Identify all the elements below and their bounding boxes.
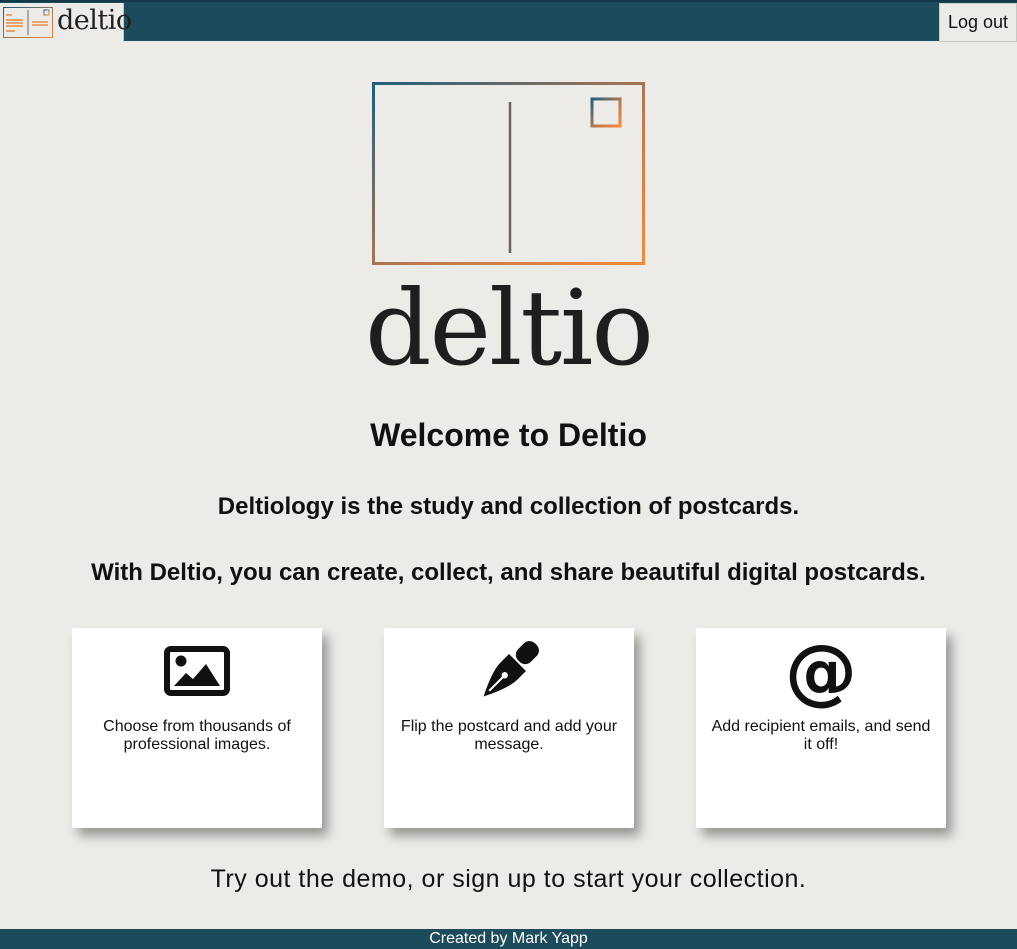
page-title: Welcome to Deltio <box>370 417 647 453</box>
postcard-logo-icon <box>372 82 645 265</box>
home-logo-link[interactable]: deltio <box>0 3 132 42</box>
hero-wordmark: deltio <box>364 267 654 389</box>
intro-text-definition: Deltiology is the study and collection o… <box>217 493 800 520</box>
feature-card-images: Choose from thousands of professional im… <box>72 628 322 828</box>
feature-card-text: Flip the postcard and add your message. <box>400 718 618 753</box>
postcard-logo-icon <box>3 7 53 38</box>
fountain-pen-icon <box>483 641 539 697</box>
intro-text-features: With Deltio, you can create, collect, an… <box>91 559 926 586</box>
footer-credit: Created by Mark Yapp <box>429 930 588 947</box>
footer: Created by Mark Yapp <box>0 929 1017 949</box>
feature-card-send: @ Add recipient emails, and send it off! <box>696 628 946 828</box>
logout-button[interactable]: Log out <box>939 3 1017 42</box>
image-icon <box>164 646 230 696</box>
hero-postcard-illustration <box>372 82 646 271</box>
top-navbar: deltio Log out <box>0 0 1017 42</box>
page: deltio Log out deltio Welcome to Deltio … <box>0 0 1017 949</box>
call-to-action-text: Try out the demo, or sign up to start yo… <box>210 865 807 893</box>
brand-name: deltio <box>57 5 132 36</box>
feature-card-text: Choose from thousands of professional im… <box>103 718 291 753</box>
feature-card-message: Flip the postcard and add your message. <box>384 628 634 828</box>
at-sign-icon: @ <box>785 629 857 713</box>
feature-card-text: Add recipient emails, and send it off! <box>711 718 931 753</box>
